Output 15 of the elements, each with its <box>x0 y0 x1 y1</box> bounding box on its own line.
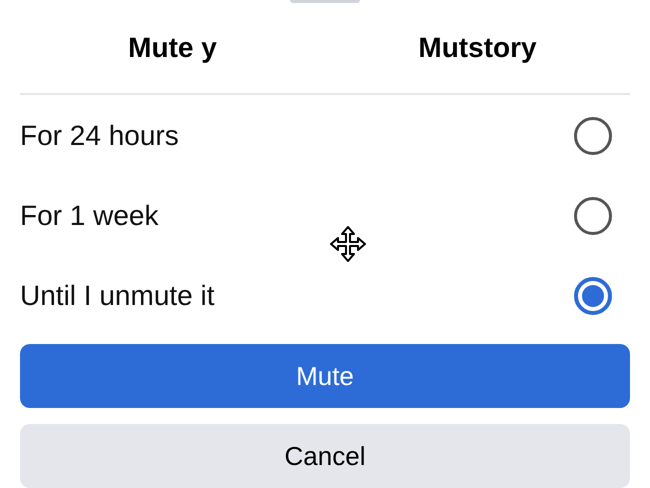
option-row[interactable]: For 24 hours <box>0 96 650 176</box>
option-row[interactable]: For 1 week <box>0 176 650 256</box>
option-label: For 24 hours <box>20 119 179 153</box>
mute-button[interactable]: Mute <box>20 344 630 408</box>
radio-button[interactable] <box>574 117 612 155</box>
option-label: Until I unmute it <box>20 279 215 313</box>
radio-button[interactable] <box>574 197 612 235</box>
radio-button[interactable] <box>574 277 612 315</box>
option-label: For 1 week <box>20 199 158 233</box>
sheet-heading: Mutstory <box>418 31 537 65</box>
drag-handle[interactable] <box>290 0 360 3</box>
cancel-button[interactable]: Cancel <box>20 424 630 488</box>
option-row[interactable]: Until I unmute it <box>0 256 650 336</box>
move-cursor-icon <box>329 225 367 263</box>
sheet-heading: Mute y <box>128 31 217 65</box>
